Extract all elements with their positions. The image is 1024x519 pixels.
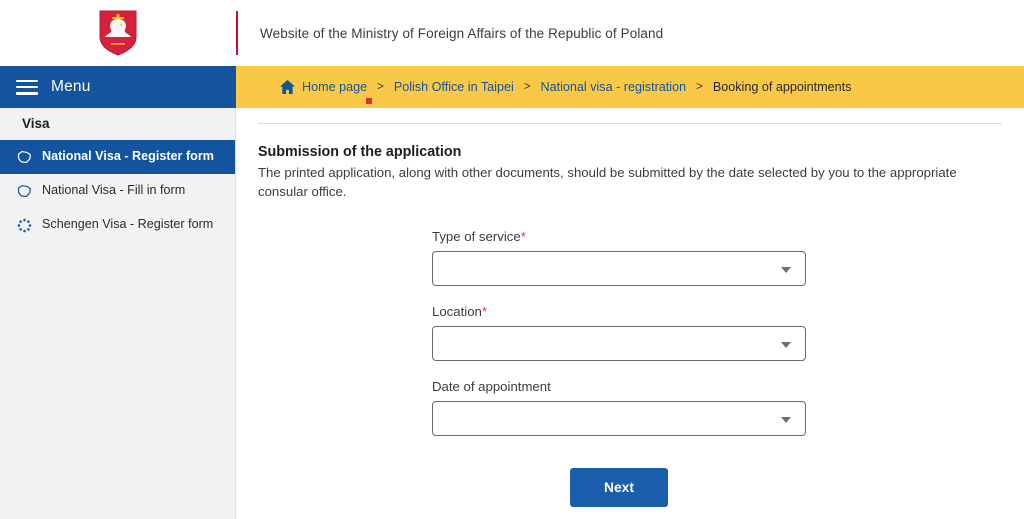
sidebar-item-national-visa-register[interactable]: National Visa - Register form (0, 140, 235, 174)
sidebar-heading: Visa (22, 116, 50, 131)
breadcrumb-separator: > (696, 81, 703, 93)
sidebar-item-label: National Visa - Register form (42, 149, 214, 163)
eu-stars-icon (17, 218, 32, 233)
label-date-of-appointment: Date of appointment (432, 379, 1024, 394)
poland-coat-of-arms-icon (99, 10, 137, 56)
breadcrumb: Home page > Polish Office in Taipei > Na… (236, 66, 1024, 108)
label-type-of-service: Type of service* (432, 229, 1024, 244)
field-location: Location* (432, 304, 1024, 362)
chevron-down-icon (781, 416, 791, 423)
home-icon[interactable] (280, 80, 295, 94)
sidebar-item-label: National Visa - Fill in form (42, 183, 186, 197)
required-marker: * (481, 304, 487, 320)
label-location: Location* (432, 304, 1024, 319)
chevron-down-icon (781, 266, 791, 273)
navigation-row: Menu Home page > Polish Office in Taipei… (0, 66, 1024, 108)
poland-map-icon (17, 184, 32, 198)
section-title: Submission of the application (258, 144, 462, 160)
menu-label: Menu (51, 78, 91, 95)
header-title: Website of the Ministry of Foreign Affai… (260, 25, 664, 41)
menu-button[interactable]: Menu (0, 66, 236, 108)
content-block: Submission of the application The printe… (236, 108, 1024, 508)
required-marker: * (520, 229, 526, 245)
field-date-of-appointment: Date of appointment (432, 379, 1024, 437)
section-description: The printed application, along with othe… (258, 165, 957, 200)
site-header: Website of the Ministry of Foreign Affai… (0, 0, 1024, 66)
content-divider (258, 123, 1002, 124)
button-row: Next (432, 454, 806, 508)
page-body: Visa National Visa - Register form Natio… (0, 98, 1024, 519)
select-type-of-service[interactable] (432, 251, 806, 287)
label-text: Date of appointment (432, 379, 551, 395)
breadcrumb-item-current: Booking of appointments (712, 80, 852, 94)
field-type-of-service: Type of service* (432, 229, 1024, 287)
hamburger-icon (16, 79, 38, 95)
breadcrumb-separator: > (523, 81, 531, 93)
appointment-form: Type of service* Location* Date of appoi… (258, 201, 1024, 508)
sidebar-item-schengen-visa-register[interactable]: Schengen Visa - Register form (0, 208, 235, 242)
breadcrumb-separator: > (377, 81, 384, 93)
clipped-text-fragment (366, 98, 372, 104)
poland-map-icon (17, 150, 32, 164)
select-date-of-appointment[interactable] (432, 401, 806, 437)
sidebar: Visa National Visa - Register form Natio… (0, 108, 236, 519)
sidebar-item-label: Schengen Visa - Register form (42, 217, 214, 231)
breadcrumb-item-home[interactable]: Home page (302, 80, 367, 94)
main-content: Submission of the application The printe… (236, 98, 1024, 519)
select-location[interactable] (432, 326, 806, 362)
chevron-down-icon (781, 341, 791, 348)
sidebar-item-national-visa-fill[interactable]: National Visa - Fill in form (0, 174, 235, 208)
label-text: Location (432, 304, 482, 320)
emblem-container (0, 0, 236, 66)
label-text: Type of service (432, 229, 521, 245)
breadcrumb-item-office[interactable]: Polish Office in Taipei (394, 80, 514, 94)
next-button[interactable]: Next (570, 468, 668, 508)
breadcrumb-item-registration[interactable]: National visa - registration (541, 80, 687, 94)
